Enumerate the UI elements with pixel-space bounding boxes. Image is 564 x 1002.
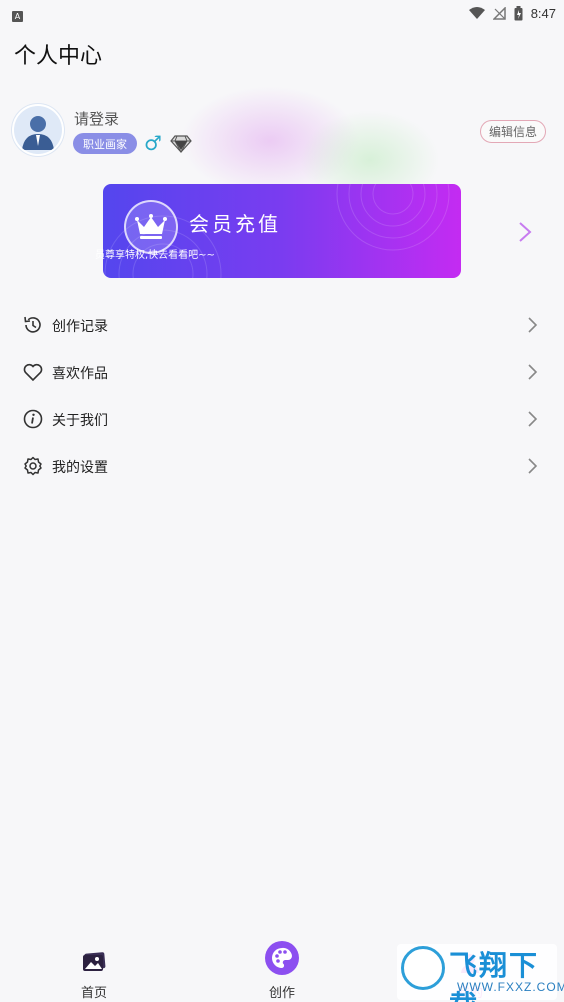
menu-item-label: 喜欢作品	[52, 366, 108, 382]
heart-icon	[23, 363, 43, 382]
status-time: 8:47	[530, 5, 556, 21]
watermark-url: WWW.FXXZ.COM	[457, 980, 564, 994]
battery-icon	[514, 5, 523, 20]
avatar[interactable]	[12, 104, 64, 156]
page-title: 个人中心	[14, 44, 103, 69]
crown-icon	[135, 214, 167, 239]
vip-subtitle: 员尊享特权,快去看看吧~~	[95, 250, 215, 261]
edit-info-button[interactable]: 编辑信息	[480, 120, 547, 143]
vip-recharge-card[interactable]: 会员充值	[103, 184, 461, 278]
watermark: 飞翔下载 WWW.FXXZ.COM	[397, 944, 564, 1002]
nav-label: 创作	[268, 986, 295, 1001]
male-gender-icon: ♂	[144, 131, 162, 155]
nav-label: 首页	[80, 986, 107, 1001]
login-link[interactable]: 请登录	[74, 108, 119, 129]
status-bar: A 8:47	[0, 0, 564, 26]
signal-off-icon	[492, 6, 506, 20]
history-icon	[24, 316, 41, 333]
vip-title: 会员充值	[189, 212, 281, 236]
chevron-right-icon	[528, 317, 538, 333]
menu-item-liked-works[interactable]: 喜欢作品	[0, 349, 564, 395]
wifi-icon	[468, 6, 485, 19]
gear-icon	[24, 456, 42, 476]
chevron-right-icon[interactable]	[516, 220, 534, 244]
menu-item-label: 我的设置	[52, 460, 108, 476]
job-badge: 职业画家	[73, 133, 137, 154]
nav-tab-create[interactable]: 创作	[242, 936, 322, 1002]
menu-item-about-us[interactable]: 关于我们	[0, 396, 564, 442]
chevron-right-icon	[528, 458, 538, 474]
user-avatar-icon	[14, 106, 62, 154]
nav-tab-home[interactable]: 首页	[54, 936, 134, 1002]
menu-item-creation-history[interactable]: 创作记录	[0, 302, 564, 348]
info-icon	[23, 409, 43, 429]
a-badge-icon: A	[12, 10, 23, 22]
watermark-logo-icon	[401, 946, 445, 990]
chevron-right-icon	[528, 364, 538, 380]
menu-item-label: 创作记录	[52, 319, 108, 335]
menu-item-my-settings[interactable]: 我的设置	[0, 443, 564, 489]
palette-icon	[265, 941, 299, 975]
diamond-icon	[170, 135, 192, 154]
picture-icon	[83, 952, 106, 971]
menu-item-label: 关于我们	[52, 413, 108, 429]
chevron-right-icon	[528, 411, 538, 427]
